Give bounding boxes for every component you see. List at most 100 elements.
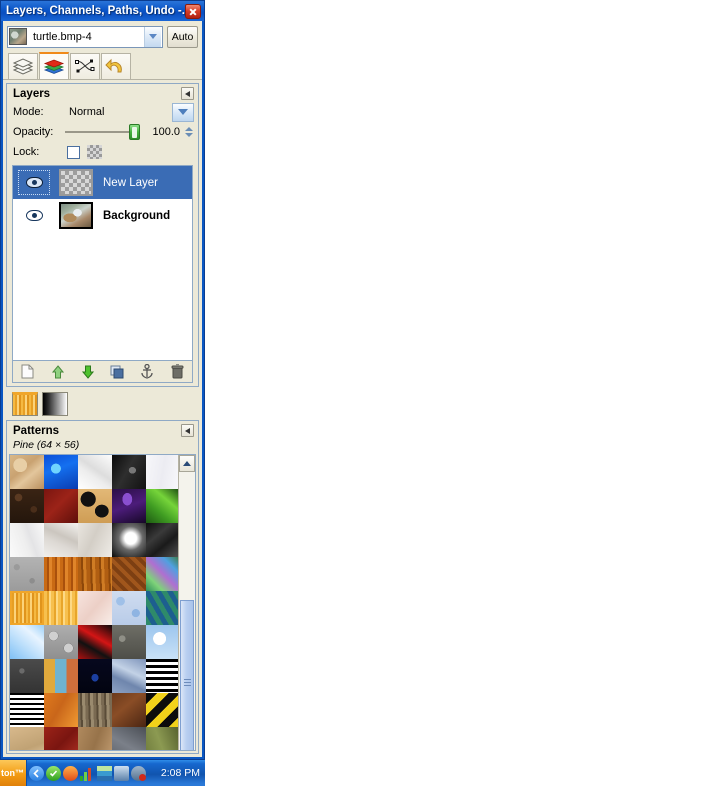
tab-undo-history[interactable] — [101, 53, 131, 79]
opacity-knob[interactable] — [129, 124, 140, 140]
pattern-swatch-paper-white[interactable] — [146, 455, 178, 489]
layer-button-bar — [12, 361, 193, 383]
table-row[interactable]: Background — [13, 199, 192, 232]
window-titlebar[interactable]: Layers, Channels, Paths, Undo -... — [1, 1, 204, 21]
taskbar-clock: 2:08 PM — [160, 767, 200, 779]
pattern-swatch-coffee-beans[interactable] — [10, 489, 44, 523]
pattern-swatch-tree-bark[interactable] — [78, 693, 112, 727]
scroll-up-arrow-icon[interactable] — [179, 455, 195, 472]
scrollbar-thumb[interactable] — [180, 599, 194, 750]
layers-list[interactable]: New Layer Background — [12, 165, 193, 361]
chevron-down-icon[interactable] — [144, 26, 161, 47]
layer-visibility-toggle[interactable] — [17, 169, 51, 196]
pattern-swatch-stripes-h-2[interactable] — [10, 693, 44, 727]
pattern-swatch-slate-grey[interactable] — [112, 727, 146, 750]
pattern-swatch-blue-water[interactable] — [44, 455, 78, 489]
shield-check-icon[interactable] — [46, 765, 61, 781]
trash-icon[interactable] — [166, 363, 188, 381]
pattern-swatch-brown-paper[interactable] — [78, 727, 112, 750]
tab-layers[interactable] — [8, 53, 38, 79]
pattern-swatch-sky-clouds[interactable] — [146, 625, 178, 659]
panel-menu-arrow-icon[interactable] — [181, 424, 194, 437]
dock-tabstrip — [3, 51, 202, 80]
patterns-scrollbar[interactable] — [178, 455, 195, 750]
pattern-swatch-bubbles-grey[interactable] — [44, 625, 78, 659]
pattern-swatch-dark-marble[interactable] — [146, 523, 178, 557]
lower-down-icon[interactable] — [77, 363, 99, 381]
new-page-icon[interactable] — [17, 363, 39, 381]
pattern-swatch-pine[interactable] — [10, 591, 44, 625]
pattern-swatch-marble-white[interactable] — [78, 455, 112, 489]
pattern-swatch-purple-velvet[interactable] — [112, 489, 146, 523]
pattern-swatch-dark-blue-void[interactable] — [78, 659, 112, 693]
layer-name-label: Background — [103, 209, 171, 222]
pattern-swatch-stone-light[interactable] — [78, 523, 112, 557]
anchor-icon[interactable] — [136, 363, 158, 381]
signal-bars-icon[interactable] — [80, 766, 95, 781]
stack-icon[interactable] — [97, 765, 112, 781]
checkerboard-alpha-icon[interactable] — [87, 145, 102, 159]
table-row[interactable]: New Layer — [13, 166, 192, 199]
panel-menu-arrow-icon[interactable] — [181, 87, 194, 100]
pattern-swatch-dried-mud[interactable] — [10, 455, 44, 489]
pattern-swatch-dark-sand[interactable] — [10, 659, 44, 693]
pattern-swatch-white-marble-2[interactable] — [10, 523, 44, 557]
mode-dropdown[interactable] — [172, 102, 194, 122]
raise-up-icon[interactable] — [47, 363, 69, 381]
pattern-swatch-parquet[interactable] — [112, 557, 146, 591]
lock-pixels-checkbox[interactable] — [67, 145, 80, 159]
pattern-swatch-grey-marble[interactable] — [44, 523, 78, 557]
gradient-swatch[interactable] — [42, 392, 68, 416]
network-icon[interactable] — [114, 765, 129, 781]
pattern-swatch-concrete[interactable] — [10, 557, 44, 591]
layer-name-label: New Layer — [103, 176, 158, 189]
volume-mute-icon[interactable] — [131, 765, 146, 781]
pattern-swatch-pink-skin[interactable] — [78, 591, 112, 625]
back-arrow-icon[interactable] — [29, 765, 44, 781]
channels-icon — [43, 59, 65, 74]
layer-thumbnail — [59, 202, 93, 229]
pattern-swatch-color-blocks[interactable] — [44, 659, 78, 693]
eye-icon — [25, 177, 43, 188]
pattern-swatch-gravel[interactable] — [112, 625, 146, 659]
pattern-swatch-cracked-stone[interactable] — [112, 659, 146, 693]
pattern-swatch-blue-bubbles[interactable] — [112, 591, 146, 625]
pattern-swatch-hazard-stripes[interactable] — [146, 693, 178, 727]
tab-channels[interactable] — [39, 52, 69, 79]
duplicate-icon[interactable] — [106, 363, 128, 381]
opacity-label: Opacity: — [13, 126, 54, 138]
pattern-swatch-green-leaves[interactable] — [146, 489, 178, 523]
layer-visibility-toggle[interactable] — [17, 202, 51, 229]
norton-taskbar-button[interactable]: ton™ — [0, 760, 26, 786]
pattern-swatch-black-white-blur[interactable] — [112, 523, 146, 557]
system-tray: 2:08 PM — [26, 760, 205, 786]
sync-icon[interactable] — [63, 765, 78, 781]
image-dropdown[interactable]: turtle.bmp-4 — [7, 25, 163, 48]
pattern-swatch-wood-planks[interactable] — [78, 557, 112, 591]
pattern-swatch-pine-2[interactable] — [44, 591, 78, 625]
auto-button[interactable]: Auto — [167, 25, 198, 48]
pattern-swatch-rainbow-noise[interactable] — [146, 557, 178, 591]
pattern-swatch-stripes-h[interactable] — [146, 659, 178, 693]
pattern-swatch[interactable] — [12, 392, 38, 416]
pattern-swatch-orange-wood[interactable] — [44, 557, 78, 591]
pattern-swatch-sky-blue[interactable] — [10, 625, 44, 659]
opacity-stepper[interactable] — [184, 127, 194, 137]
pattern-swatch-red-black-zigzag[interactable] — [78, 625, 112, 659]
patterns-grid[interactable] — [10, 455, 178, 750]
pattern-swatch-red-cloth[interactable] — [44, 727, 78, 750]
layers-panel-title: Layers — [13, 87, 51, 100]
pattern-swatch-leopard[interactable] — [78, 489, 112, 523]
pattern-swatch-olive-mix[interactable] — [146, 727, 178, 750]
pattern-swatch-orange-crack[interactable] — [44, 693, 78, 727]
patterns-panel: Patterns Pine (64 × 56) — [6, 420, 199, 754]
pattern-swatch-dark-smoke[interactable] — [112, 455, 146, 489]
pattern-swatch-red-leather[interactable] — [44, 489, 78, 523]
close-icon[interactable] — [185, 3, 201, 19]
tab-paths[interactable] — [70, 53, 100, 79]
scrollbar-track[interactable] — [179, 472, 195, 750]
pattern-swatch-brown-fur[interactable] — [112, 693, 146, 727]
pattern-swatch-cubes-3d[interactable] — [146, 591, 178, 625]
pattern-swatch-sand-edge[interactable] — [10, 727, 44, 750]
opacity-slider[interactable] — [65, 123, 140, 141]
